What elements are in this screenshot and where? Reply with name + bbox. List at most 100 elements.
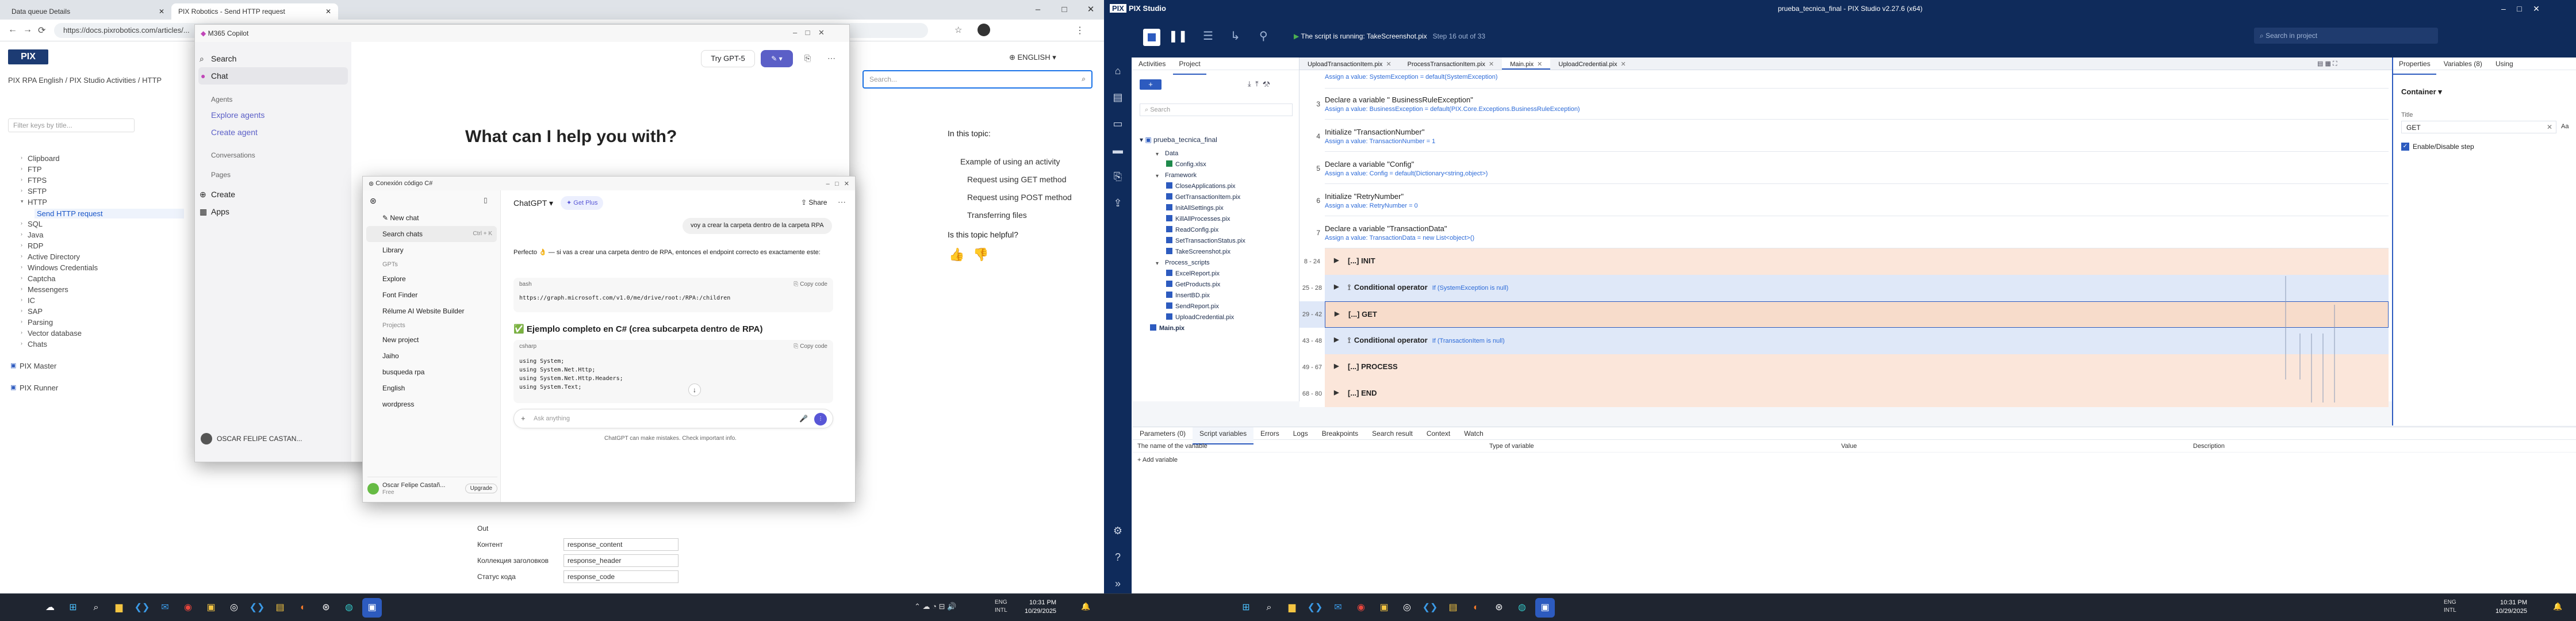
home-icon[interactable]: ⌂ bbox=[1104, 57, 1132, 84]
close-icon[interactable]: ✕ bbox=[1386, 61, 1391, 68]
keyboard-language[interactable]: ENG INTL bbox=[995, 599, 1018, 615]
tree-item[interactable]: ▾ Process_scripts bbox=[1150, 258, 1294, 269]
chatgpt-user[interactable]: Oscar Felipe Castañ... Free Upgrade bbox=[367, 477, 497, 500]
clear-icon[interactable]: ✕ bbox=[2547, 123, 2552, 131]
container-block[interactable]: ▶ [...] GET bbox=[1325, 301, 2389, 328]
doc-tab[interactable]: UploadCredential.pix ✕ bbox=[1550, 57, 1634, 70]
title-input[interactable]: GET ✕ bbox=[2401, 121, 2556, 133]
tree-item[interactable]: InsertBD.pix bbox=[1150, 290, 1294, 301]
container-block[interactable]: ▶ [...] INIT bbox=[1325, 248, 2389, 275]
doc-tab[interactable]: UploadTransactionItem.pix ✕ bbox=[1300, 57, 1400, 70]
minimize-button[interactable]: – bbox=[1025, 0, 1051, 20]
project-item[interactable]: wordpress bbox=[363, 396, 500, 412]
chevron-right-icon[interactable]: › bbox=[21, 253, 22, 259]
plus-icon[interactable]: + bbox=[521, 414, 526, 423]
chevron-right-icon[interactable]: › bbox=[21, 155, 22, 160]
window-controls[interactable]: – □ ✕ bbox=[2501, 4, 2540, 14]
doc-tab[interactable]: ProcessTransactionItem.pix ✕ bbox=[1400, 57, 1502, 70]
browser-tab-2[interactable]: PIX Robotics - Send HTTP request ✕ bbox=[171, 3, 338, 20]
tree-item[interactable]: KillAllProcesses.pix bbox=[1150, 214, 1294, 225]
step-over-icon[interactable]: ☰ bbox=[1203, 29, 1213, 43]
mail-icon[interactable]: ✉ bbox=[1328, 598, 1348, 618]
tab-activities[interactable]: Activities bbox=[1133, 57, 1171, 75]
workflow-step[interactable]: 6 Initialize "RetryNumber" Assign a value:… bbox=[1316, 186, 2389, 216]
sidebar-toggle-icon[interactable]: ▯ bbox=[484, 196, 488, 204]
tree-item[interactable]: SetTransactionStatus.pix bbox=[1150, 236, 1294, 247]
browser-tab-1[interactable]: Data queue Details ✕ bbox=[5, 3, 171, 20]
open-icon[interactable]: ▭ bbox=[1104, 110, 1132, 137]
chevron-right-icon[interactable]: › bbox=[21, 329, 22, 335]
chrome-icon[interactable]: ◉ bbox=[178, 598, 198, 618]
maximize-button[interactable]: □ bbox=[1051, 0, 1078, 20]
topic-link[interactable]: Request using GET method bbox=[960, 171, 1072, 189]
pix-icon[interactable]: ▣ bbox=[362, 598, 382, 618]
window-controls[interactable]: – □ ✕ bbox=[793, 28, 825, 37]
chevron-right-icon[interactable]: › bbox=[21, 319, 22, 324]
widgets-icon[interactable]: ☁ bbox=[40, 598, 60, 618]
vscode-icon[interactable]: ❮❯ bbox=[247, 598, 267, 618]
tree-item[interactable]: ▾ Framework bbox=[1150, 170, 1294, 181]
avatar[interactable] bbox=[977, 24, 990, 36]
close-icon[interactable]: ✕ bbox=[325, 7, 331, 16]
tree-item[interactable]: GetTransactionItem.pix bbox=[1150, 192, 1294, 203]
docs-nav-item[interactable]: Java bbox=[28, 231, 43, 239]
publish-icon[interactable]: ⇪ bbox=[1104, 190, 1132, 216]
expand-icon[interactable]: ▶ bbox=[1334, 362, 1339, 370]
doc-tab[interactable]: Main.pix ✕ bbox=[1502, 57, 1551, 70]
workflow-step[interactable]: Assign a value: SystemException = defaul… bbox=[1325, 70, 2389, 89]
close-icon[interactable]: ✕ bbox=[159, 7, 164, 16]
edge-icon[interactable]: ◍ bbox=[1512, 598, 1532, 618]
add-button[interactable]: + bbox=[1140, 79, 1162, 90]
docs-nav-item[interactable]: Windows Credentials bbox=[28, 263, 98, 272]
expand-icon[interactable]: ▶ bbox=[1334, 256, 1339, 264]
upgrade-button[interactable]: Upgrade bbox=[465, 484, 497, 493]
project-item[interactable]: English bbox=[363, 380, 500, 396]
new-chat-icon[interactable]: ⎘ bbox=[804, 53, 811, 63]
expand-icon[interactable]: ▶ bbox=[1334, 283, 1339, 290]
step-into-icon[interactable]: ↳ bbox=[1230, 29, 1240, 43]
vscode-icon[interactable]: ❮❯ bbox=[1305, 598, 1325, 618]
tree-item[interactable]: ReadConfig.pix bbox=[1150, 225, 1294, 236]
more-icon[interactable]: ⋯ bbox=[838, 197, 846, 207]
folder-icon[interactable]: ▤ bbox=[270, 598, 290, 618]
project-search-input[interactable]: ⌕ Search bbox=[1140, 103, 1293, 116]
conditional-block[interactable]: ▶ ⟟ Conditional operator If (SystemExceptio… bbox=[1325, 275, 2389, 301]
tree-item[interactable]: ExcelReport.pix bbox=[1150, 269, 1294, 279]
project-root[interactable]: ▾ ▣ prueba_tecnica_final bbox=[1140, 136, 1217, 144]
tree-item[interactable]: SendReport.pix bbox=[1150, 301, 1294, 312]
docs-nav-item[interactable]: PIX Master bbox=[20, 362, 56, 370]
vscode-icon[interactable]: ❮❯ bbox=[132, 598, 152, 618]
chevron-right-icon[interactable]: › bbox=[21, 308, 22, 313]
docs-nav-item[interactable]: SQL bbox=[28, 220, 43, 228]
container-type[interactable]: Container ▾ bbox=[2401, 87, 2442, 97]
tree-item[interactable]: GetProducts.pix bbox=[1150, 279, 1294, 290]
steam-icon[interactable]: ◎ bbox=[224, 598, 244, 618]
tab-variables[interactable]: Variables (8) bbox=[2438, 57, 2488, 75]
chevron-right-icon[interactable]: › bbox=[21, 286, 22, 292]
workflow-step[interactable]: 5 Declare a variable "Config" Assign a val… bbox=[1316, 154, 2389, 184]
search-chats-button[interactable]: Search chats Ctrl + K bbox=[366, 226, 497, 242]
search-icon[interactable]: ⌕ bbox=[1082, 75, 1086, 83]
blender-icon[interactable]: ◐ bbox=[293, 598, 313, 618]
docs-nav-item[interactable]: SFTP bbox=[28, 187, 47, 195]
tree-item[interactable]: CloseApplications.pix bbox=[1150, 181, 1294, 192]
docs-nav-item[interactable]: Clipboard bbox=[28, 154, 60, 163]
docs-nav-item[interactable]: FTPS bbox=[28, 176, 47, 185]
start-icon[interactable]: ⊞ bbox=[1236, 598, 1256, 618]
start-icon[interactable]: ⊞ bbox=[63, 598, 83, 618]
tree-item[interactable]: TakeScreenshot.pix bbox=[1150, 247, 1294, 258]
chevron-right-icon[interactable]: › bbox=[21, 220, 22, 226]
tray-icons[interactable]: ⌃ ☁ ◔ ⊟ 🔊 bbox=[914, 602, 956, 611]
create-item[interactable]: ⊕ Create bbox=[195, 186, 351, 203]
explore-button[interactable]: Explore bbox=[363, 271, 500, 287]
star-icon[interactable]: ☆ bbox=[954, 25, 962, 35]
chevron-right-icon[interactable]: › bbox=[21, 340, 22, 346]
thumbs-down-icon[interactable]: 👎 bbox=[973, 247, 988, 262]
mail-icon[interactable]: ✉ bbox=[155, 598, 175, 618]
copilot-search[interactable]: ⌕ Search bbox=[195, 50, 351, 67]
clock[interactable]: 10:31 PM 10/29/2025 bbox=[1025, 599, 1056, 616]
file-explorer-icon[interactable]: ▆ bbox=[109, 598, 129, 618]
copy-code-button[interactable]: ⎘ Copy code bbox=[793, 343, 827, 350]
docs-nav-item[interactable]: Messengers bbox=[28, 285, 68, 294]
docs-nav-item[interactable]: Vector database bbox=[28, 329, 82, 338]
